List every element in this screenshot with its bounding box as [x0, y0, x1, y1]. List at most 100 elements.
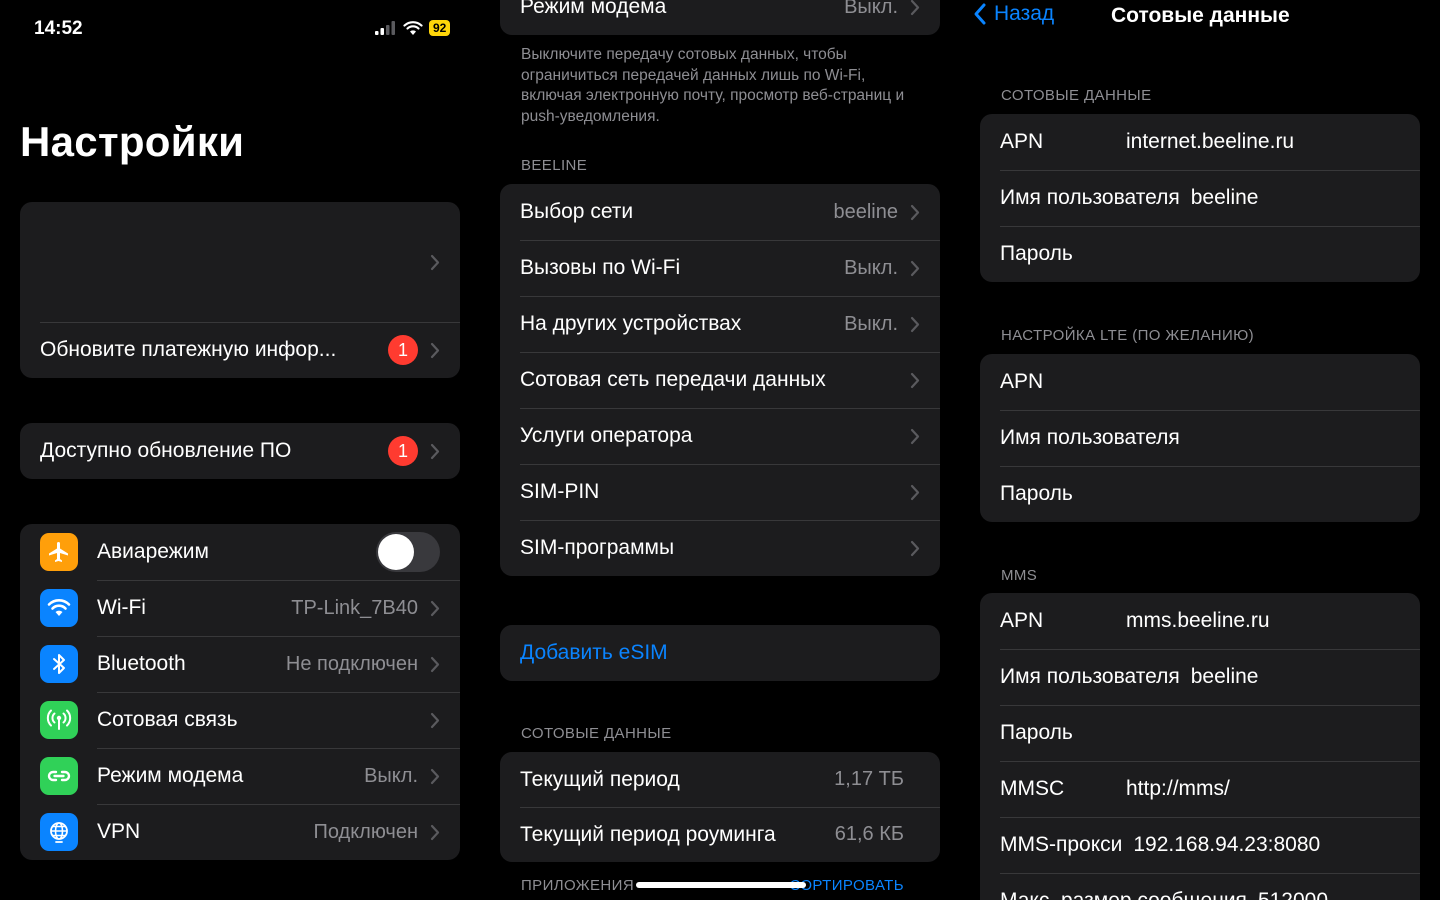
back-button[interactable]: Назад: [972, 2, 1054, 26]
apn-row[interactable]: APN internet.beeline.ru: [980, 114, 1420, 170]
esim-group: Добавить eSIM: [500, 625, 940, 681]
mms-proxy-row[interactable]: MMS-прокси 192.168.94.23:8080: [980, 817, 1420, 873]
battery-icon: 92: [429, 20, 451, 36]
hotspot-group: Режим модема Выкл.: [500, 0, 940, 35]
hotspot-row[interactable]: Режим модема Выкл.: [500, 0, 940, 35]
usage-group: Текущий период 1,17 ТБ Текущий период ро…: [500, 752, 940, 862]
field-key: MMSC: [1000, 777, 1065, 800]
back-label: Назад: [994, 2, 1055, 25]
airplane-icon: [40, 533, 78, 571]
username-row[interactable]: Имя пользователя beeline: [980, 649, 1420, 705]
settings-item-label: Сотовая связь: [97, 708, 238, 731]
carrier-item[interactable]: Услуги оператора: [500, 408, 940, 464]
field-value[interactable]: beeline: [1191, 665, 1259, 689]
settings-item-value: Выкл.: [364, 764, 418, 787]
chevron-right-icon: [430, 254, 440, 271]
settings-item-hotspot[interactable]: Режим модема Выкл.: [20, 748, 460, 804]
vpn-icon: [40, 813, 78, 851]
chevron-right-icon: [430, 600, 440, 617]
settings-item-airplane[interactable]: Авиарежим: [20, 524, 460, 580]
chevron-right-icon: [910, 0, 920, 16]
settings-item-value: TP-Link_7B40: [291, 596, 418, 619]
carrier-item-value: Выкл.: [844, 256, 898, 279]
airplane-toggle[interactable]: [376, 532, 440, 572]
settings-item-label: Авиарежим: [97, 540, 209, 563]
settings-item-cellular[interactable]: Сотовая связь: [20, 692, 460, 748]
chevron-right-icon: [910, 372, 920, 389]
apps-header: ПРИЛОЖЕНИЯ: [521, 877, 635, 894]
carrier-item[interactable]: Выбор сети beeline: [500, 184, 940, 240]
field-value[interactable]: 512000: [1258, 889, 1328, 900]
chevron-right-icon: [430, 824, 440, 841]
password-row[interactable]: Пароль: [980, 226, 1420, 282]
chevron-right-icon: [910, 204, 920, 221]
settings-item-label: Режим модема: [97, 764, 244, 787]
carrier-item[interactable]: Сотовая сеть передачи данных: [500, 352, 940, 408]
field-key: Имя пользователя: [1000, 186, 1180, 209]
field-value[interactable]: 192.168.94.23:8080: [1133, 833, 1320, 857]
field-key: Пароль: [1000, 482, 1073, 505]
cellular-panel: Режим модема Выкл. Выключите передачу со…: [480, 0, 960, 900]
field-value[interactable]: internet.beeline.ru: [1126, 130, 1294, 154]
field-key: Пароль: [1000, 242, 1073, 265]
chevron-right-icon: [430, 712, 440, 729]
carrier-item-value: Выкл.: [844, 312, 898, 335]
chevron-right-icon: [910, 484, 920, 501]
carrier-item[interactable]: SIM-программы: [500, 520, 940, 576]
settings-item-bluetooth[interactable]: Bluetooth Не подключен: [20, 636, 460, 692]
field-value[interactable]: mms.beeline.ru: [1126, 609, 1270, 633]
settings-item-label: Bluetooth: [97, 652, 186, 675]
usage-value: 1,17 ТБ: [834, 768, 904, 790]
username-row[interactable]: Имя пользователя beeline: [980, 170, 1420, 226]
field-key: APN: [1000, 370, 1044, 393]
hotspot-label: Режим модема: [520, 0, 667, 18]
apple-id-row[interactable]: [20, 202, 460, 322]
field-key: APN: [1000, 609, 1044, 632]
settings-item-vpn[interactable]: VPN Подключен: [20, 804, 460, 860]
field-key: Макс. размер сообщения: [1000, 889, 1247, 900]
field-value[interactable]: beeline: [1191, 186, 1259, 210]
mms-group: APN mms.beeline.ru Имя пользователя beel…: [980, 593, 1420, 900]
carrier-item-label: Сотовая сеть передачи данных: [520, 368, 826, 391]
mms-max-size-row[interactable]: Макс. размер сообщения 512000: [980, 873, 1420, 900]
mmsc-row[interactable]: MMSC http://mms/: [980, 761, 1420, 817]
password-row[interactable]: Пароль: [980, 705, 1420, 761]
settings-item-label: Wi-Fi: [97, 596, 146, 619]
field-key: Пароль: [1000, 721, 1073, 744]
field-key: APN: [1000, 130, 1044, 153]
carrier-item-label: На других устройствах: [520, 312, 742, 335]
username-row[interactable]: Имя пользователя: [980, 410, 1420, 466]
update-payment-row[interactable]: Обновите платежную инфор... 1: [20, 322, 460, 378]
password-row[interactable]: Пароль: [980, 466, 1420, 522]
cellular-data-header: СОТОВЫЕ ДАННЫЕ: [521, 725, 672, 742]
hotspot-value: Выкл.: [844, 0, 898, 18]
apn-section-header: СОТОВЫЕ ДАННЫЕ: [1001, 87, 1152, 104]
apn-row[interactable]: APN: [980, 354, 1420, 410]
page-title: Настройки: [20, 118, 245, 165]
settings-item-value: Не подключен: [285, 652, 418, 675]
carrier-item[interactable]: Вызовы по Wi-Fi Выкл.: [500, 240, 940, 296]
chevron-right-icon: [430, 768, 440, 785]
carrier-item-label: SIM-PIN: [520, 480, 600, 503]
notification-badge: 1: [388, 436, 418, 466]
add-esim-button[interactable]: Добавить eSIM: [500, 625, 940, 681]
carrier-item-value: beeline: [833, 200, 898, 223]
cellular-footnote: Выключите передачу сотовых данных, чтобы…: [521, 46, 905, 125]
settings-item-label: VPN: [97, 820, 141, 843]
apn-row[interactable]: APN mms.beeline.ru: [980, 593, 1420, 649]
carrier-item-label: Выбор сети: [520, 200, 634, 223]
carrier-group: Выбор сети beeline Вызовы по Wi-Fi Выкл.…: [500, 184, 940, 576]
carrier-item[interactable]: На других устройствах Выкл.: [500, 296, 940, 352]
account-group: Обновите платежную инфор... 1: [20, 202, 460, 378]
settings-item-wifi[interactable]: Wi-Fi TP-Link_7B40: [20, 580, 460, 636]
field-key: Имя пользователя: [1000, 665, 1180, 688]
field-value[interactable]: http://mms/: [1126, 777, 1230, 801]
carrier-item[interactable]: SIM-PIN: [500, 464, 940, 520]
add-esim-label: Добавить eSIM: [520, 641, 668, 664]
chevron-right-icon: [910, 316, 920, 333]
lte-group: APN Имя пользователя Пароль: [980, 354, 1420, 522]
home-indicator[interactable]: [636, 882, 806, 888]
hotspot-icon: [40, 757, 78, 795]
usage-row: Текущий период роуминга 61,6 КБ: [500, 807, 940, 862]
software-update-row[interactable]: Доступно обновление ПО 1: [20, 423, 460, 479]
